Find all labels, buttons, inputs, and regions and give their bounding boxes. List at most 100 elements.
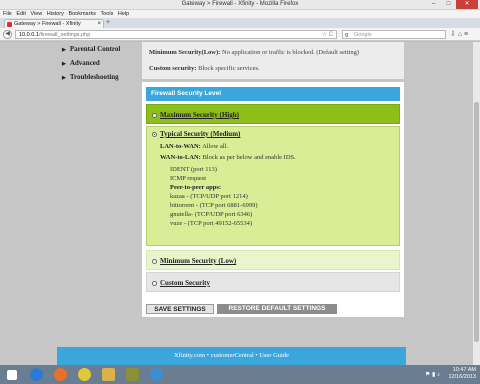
menu-bar: File Edit View History Bookmarks Tools H… — [0, 10, 480, 18]
radio-maximum[interactable] — [152, 112, 157, 118]
p2p-label: Peer-to-peer apps: — [170, 183, 399, 192]
option-typical-security[interactable]: Typical Security (Medium) LAN-to-WAN: Al… — [146, 126, 400, 246]
menu-file[interactable]: File — [3, 10, 12, 18]
volume-icon[interactable]: ♪ — [437, 372, 440, 378]
sidebar-item-troubleshooting[interactable]: ▶ Troubleshooting — [57, 70, 137, 84]
sidebar-item-advanced[interactable]: ▶ Advanced — [57, 56, 137, 70]
typical-details: LAN-to-WAN: Allow all. WAN-to-LAN: Block… — [147, 142, 399, 228]
expand-arrow-icon: ▶ — [62, 48, 66, 53]
option-maximum-security[interactable]: Maximum Security (High) — [146, 104, 400, 124]
sidebar-item-parental-control[interactable]: ▶ Parental Control — [57, 42, 137, 56]
address-bar[interactable]: 10.0.0.1/firewall_settings.php ☆ C — [15, 30, 337, 39]
system-tray-icons[interactable]: ⚑ ▮ ♪ — [425, 371, 440, 378]
min-security-description: Minimum Security(Low): No application or… — [149, 49, 404, 56]
lan-to-wan-value: Allow all. — [202, 143, 229, 150]
network-icon[interactable]: ▮ — [432, 372, 435, 378]
menu-history[interactable]: History — [47, 10, 64, 18]
maximize-button[interactable]: □ — [441, 0, 456, 9]
home-icon[interactable]: ⌂ — [458, 31, 462, 38]
taskbar-chrome[interactable] — [74, 367, 96, 382]
menu-tools[interactable]: Tools — [100, 10, 113, 18]
window-controls: – □ ✕ — [426, 0, 478, 9]
start-button[interactable] — [2, 367, 24, 382]
menu-help[interactable]: Help — [118, 10, 129, 18]
taskbar-app[interactable] — [122, 367, 144, 382]
downloads-icon[interactable]: ⇩ — [450, 31, 456, 38]
page-scrollbar[interactable] — [473, 42, 480, 365]
explorer-icon — [102, 368, 115, 381]
blocked-list: IDENT (port 113) ICMP request Peer-to-pe… — [160, 165, 399, 228]
menu-bookmarks[interactable]: Bookmarks — [68, 10, 96, 18]
clock-time: 10:47 AM — [452, 367, 476, 373]
blocked-ident: IDENT (port 113) — [170, 166, 217, 173]
taskbar-settings[interactable] — [146, 367, 168, 382]
p2p-app: gnutella- (TCP/UDP port 6346) — [170, 211, 253, 218]
wan-to-lan-value: Block as per below and enable IDS. — [202, 154, 296, 161]
address-bar-icons: ☆ C — [322, 31, 333, 39]
p2p-label-text: Peer-to-peer apps: — [170, 184, 222, 191]
url-host: 10.0.0.1 — [19, 32, 39, 38]
option-typical-header: Typical Security (Medium) — [147, 130, 399, 139]
lan-to-wan-line: LAN-to-WAN: Allow all. — [160, 142, 399, 151]
option-custom-security[interactable]: Custom Security — [146, 272, 400, 292]
option-label[interactable]: Maximum Security (High) — [160, 111, 239, 119]
search-input[interactable]: g Google — [342, 30, 446, 39]
clock-date: 12/16/2013 — [448, 374, 476, 380]
min-security-text: No application or traffic is blocked. (D… — [221, 49, 359, 56]
restore-defaults-button[interactable]: RESTORE DEFAULT SETTINGS — [217, 304, 337, 314]
taskbar-firefox[interactable] — [50, 367, 72, 382]
option-label[interactable]: Minimum Security (Low) — [160, 257, 236, 265]
blocked-icmp: ICMP request — [170, 175, 207, 182]
save-settings-button[interactable]: SAVE SETTINGS — [146, 304, 214, 314]
page-footer[interactable]: Xfinity.com • customerCentral • User Gui… — [57, 347, 406, 365]
xfinity-favicon-icon — [7, 22, 12, 27]
tab-gateway-firewall[interactable]: Gateway > Firewall - Xfinity × — [4, 19, 104, 28]
firewall-panel-header: Firewall Security Level — [146, 87, 400, 101]
taskbar-ie[interactable] — [26, 367, 48, 382]
sidebar-item-label: Troubleshooting — [69, 73, 119, 81]
firefox-icon — [54, 368, 67, 381]
firewall-security-panel: Firewall Security Level Maximum Security… — [142, 82, 404, 317]
custom-security-text: Block specific services. — [198, 65, 260, 72]
tab-close-icon[interactable]: × — [97, 20, 101, 28]
radio-custom[interactable] — [152, 280, 157, 286]
flag-icon[interactable]: ⚑ — [425, 372, 430, 378]
menu-icon[interactable]: ≡ — [464, 31, 468, 38]
settings-icon — [150, 368, 163, 381]
ie-icon — [30, 368, 43, 381]
window-titlebar: Gateway > Firewall - Xfinity - Mozilla F… — [0, 0, 480, 10]
tab-label: Gateway > Firewall - Xfinity — [14, 21, 81, 27]
taskbar: ⚑ ▮ ♪ 10:47 AM 12/16/2013 — [0, 365, 480, 384]
sidebar-item-label: Parental Control — [69, 45, 121, 53]
google-search-icon: g — [345, 32, 349, 38]
minimize-button[interactable]: – — [426, 0, 441, 9]
toolbar-icons: ⇩ ⌂ ≡ — [450, 30, 468, 38]
option-minimum-security[interactable]: Minimum Security (Low) — [146, 250, 400, 270]
bookmark-star-icon[interactable]: ☆ — [322, 32, 327, 38]
close-window-button[interactable]: ✕ — [456, 0, 478, 9]
taskbar-explorer[interactable] — [98, 367, 120, 382]
reload-icon[interactable]: C — [329, 32, 333, 38]
sidebar: ▶ Parental Control ▶ Advanced ▶ Troubleshoo… — [57, 42, 137, 84]
p2p-app: kazaa - (TCP/UDP port 1214) — [170, 193, 248, 200]
menu-edit[interactable]: Edit — [16, 10, 25, 18]
radio-typical[interactable] — [152, 131, 157, 137]
new-tab-button[interactable]: + — [106, 19, 110, 26]
clock[interactable]: 10:47 AM 12/16/2013 — [448, 367, 476, 381]
expand-arrow-icon: ▶ — [62, 76, 66, 81]
back-button[interactable]: ◀ — [3, 30, 12, 39]
page-content: ▶ Parental Control ▶ Advanced ▶ Troubleshoo… — [0, 42, 480, 365]
p2p-app: bittorrent - (TCP port 6881-6999) — [170, 202, 258, 209]
p2p-app: vuze - (TCP port 49152-65534) — [170, 220, 253, 227]
navigation-bar: ◀ 10.0.0.1/firewall_settings.php ☆ C g G… — [0, 28, 480, 41]
sidebar-item-label: Advanced — [69, 59, 100, 67]
url-path: /firewall_settings.php — [38, 32, 91, 38]
chrome-icon — [78, 368, 91, 381]
radio-minimum[interactable] — [152, 258, 157, 264]
scrollbar-thumb[interactable] — [474, 102, 479, 342]
option-label[interactable]: Typical Security (Medium) — [160, 130, 240, 138]
option-label[interactable]: Custom Security — [160, 279, 210, 287]
menu-view[interactable]: View — [30, 10, 42, 18]
wan-to-lan-label: WAN-to-LAN: — [160, 154, 201, 161]
windows-start-icon — [7, 370, 17, 380]
